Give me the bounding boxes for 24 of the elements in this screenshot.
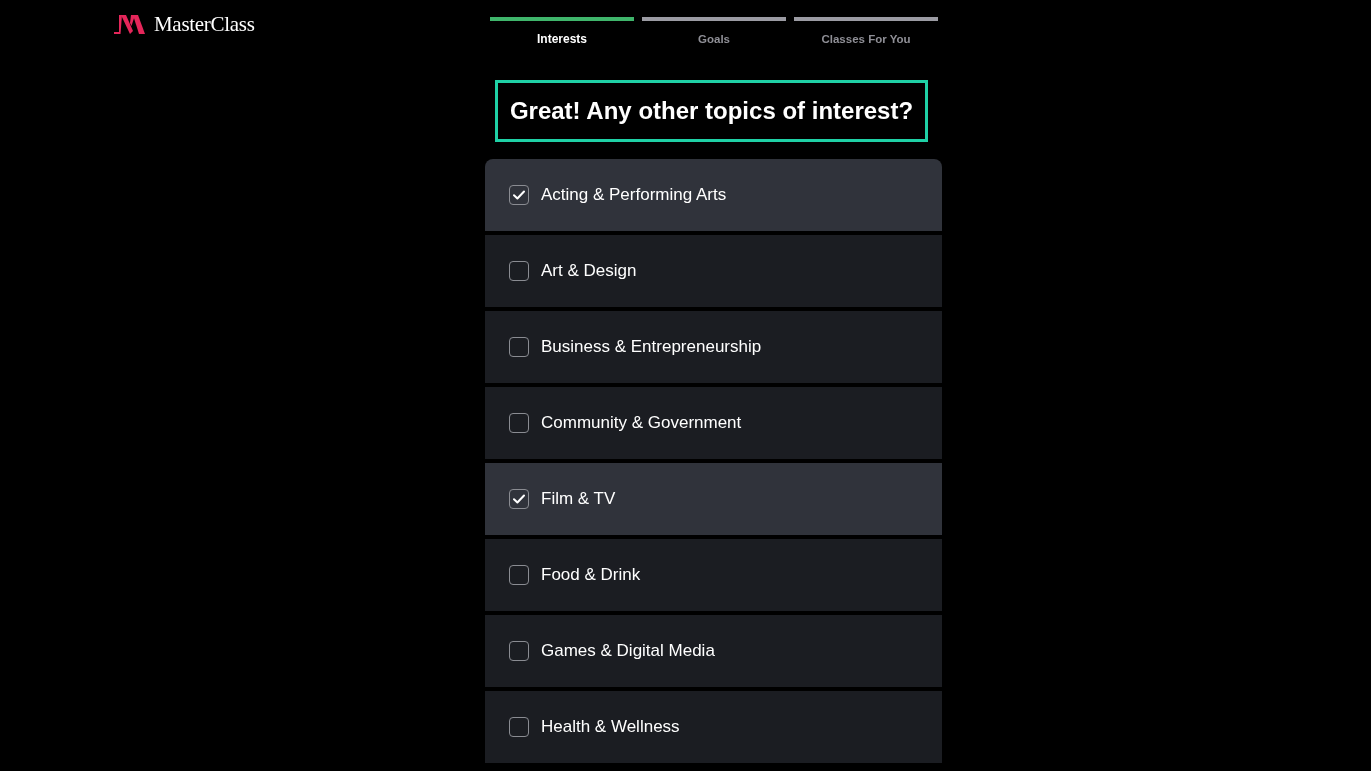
topic-option[interactable]: Health & Wellness	[485, 691, 942, 763]
checkbox[interactable]	[509, 489, 529, 509]
topic-option[interactable]: Food & Drink	[485, 539, 942, 611]
brand-name: MasterClass	[154, 14, 255, 34]
page-heading: Great! Any other topics of interest?	[495, 80, 928, 142]
step-label: Classes For You	[821, 32, 911, 46]
topic-option[interactable]: Community & Government	[485, 387, 942, 459]
topic-option[interactable]: Business & Entrepreneurship	[485, 311, 942, 383]
checkbox[interactable]	[509, 717, 529, 737]
checkbox[interactable]	[509, 565, 529, 585]
step-label: Interests	[537, 32, 587, 46]
checkmark-icon	[513, 494, 525, 504]
topic-option[interactable]: Games & Digital Media	[485, 615, 942, 687]
checkbox[interactable]	[509, 413, 529, 433]
step-label: Goals	[698, 32, 730, 46]
logo-icon	[114, 14, 146, 34]
checkmark-icon	[513, 190, 525, 200]
topic-option[interactable]: Film & TV	[485, 463, 942, 535]
topic-option[interactable]: Art & Design	[485, 235, 942, 307]
checkbox[interactable]	[509, 261, 529, 281]
checkbox[interactable]	[509, 185, 529, 205]
topic-option[interactable]: Acting & Performing Arts	[485, 159, 942, 231]
checkbox[interactable]	[509, 337, 529, 357]
checkbox[interactable]	[509, 641, 529, 661]
